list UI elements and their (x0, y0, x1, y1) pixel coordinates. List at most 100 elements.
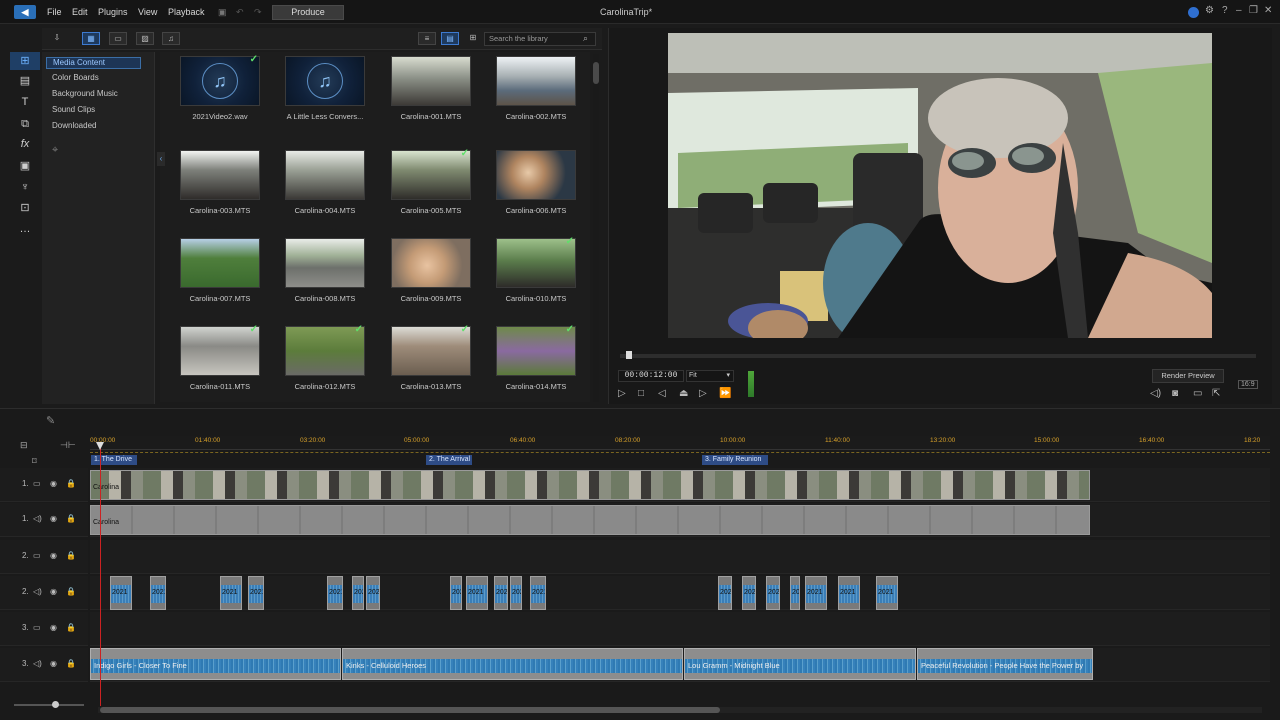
media-item[interactable]: ✓ Carolina-010.MTS (476, 234, 576, 318)
audio-clip[interactable]: 2021 (466, 576, 488, 610)
audio-clip[interactable]: 2021 (352, 576, 364, 610)
lock-icon[interactable]: 🔒 (66, 479, 76, 488)
audio-clip[interactable]: 2021 (718, 576, 732, 610)
snapshot-icon[interactable]: ◙ (1172, 388, 1178, 399)
prev-frame-icon[interactable]: ◁ (658, 388, 666, 399)
timeline-playhead[interactable] (100, 444, 101, 706)
lock-icon[interactable]: 🔒 (66, 587, 76, 596)
eye-icon[interactable]: ◉ (50, 551, 57, 560)
eye-icon[interactable]: ◉ (50, 479, 57, 488)
media-item[interactable]: ✓ Carolina-011.MTS (160, 322, 260, 406)
media-room-icon[interactable]: ⊞ (10, 52, 40, 70)
audio-clip[interactable]: 2021 (150, 576, 166, 610)
title-room-icon[interactable]: T (10, 93, 40, 111)
track-header-video-2[interactable]: 2. ▭ ◉ 🔒 (0, 540, 88, 574)
audio-clip[interactable]: 2021 (876, 576, 898, 610)
video-track-1[interactable]: Carolina (90, 468, 1270, 502)
audio-clip[interactable]: 2021 (366, 576, 380, 610)
lock-icon[interactable]: 🔒 (66, 659, 76, 668)
aspect-ratio-button[interactable]: 16:9 (1238, 380, 1258, 389)
save-icon[interactable]: ▣ (218, 7, 227, 18)
zoom-slider-handle[interactable] (52, 701, 59, 708)
zoom-slider[interactable] (14, 704, 84, 706)
chapter-marker[interactable]: 3. Family Reunion (702, 455, 768, 465)
volume-icon[interactable]: ◁) (1150, 388, 1161, 399)
track-header-audio-3[interactable]: 3. ◁) ◉ 🔒 (0, 648, 88, 682)
audio-clip[interactable]: 2021 (530, 576, 546, 610)
media-item[interactable]: ✓ Carolina-013.MTS (371, 322, 471, 406)
chapter-marker[interactable]: 2. The Arrival (426, 455, 472, 465)
audio-clip[interactable]: 2021 (838, 576, 860, 610)
media-item[interactable]: ✓ Carolina-014.MTS (476, 322, 576, 406)
video-clip-sequence[interactable]: Carolina (90, 470, 1090, 500)
list-view-button[interactable]: ≡ (418, 32, 436, 45)
help-icon[interactable]: ? (1222, 5, 1228, 16)
menu-edit[interactable]: Edit (72, 7, 88, 17)
menu-plugins[interactable]: Plugins (98, 7, 128, 17)
audio-clip[interactable]: 2021 (450, 576, 462, 610)
audio-filter-button[interactable]: ♫ (162, 32, 180, 45)
media-item[interactable]: Carolina-008.MTS (265, 234, 365, 318)
media-item[interactable]: Carolina-001.MTS (371, 52, 471, 136)
produce-button[interactable]: Produce (272, 5, 344, 20)
music-clip[interactable]: Lou Gramm - Midnight Blue (684, 648, 916, 680)
media-item[interactable]: Carolina-004.MTS (265, 146, 365, 230)
lock-icon[interactable]: 🔒 (66, 551, 76, 560)
more-icon[interactable]: … (10, 220, 40, 238)
library-scrollbar[interactable] (593, 54, 599, 402)
edit-icon[interactable]: ✎ (46, 414, 55, 427)
timecode-display[interactable]: 00:00:12:00 (618, 370, 684, 382)
minimize-icon[interactable]: – (1236, 5, 1242, 16)
media-item[interactable]: Carolina-006.MTS (476, 146, 576, 230)
media-item[interactable]: ✓ Carolina-012.MTS (265, 322, 365, 406)
media-item[interactable]: Carolina-003.MTS (160, 146, 260, 230)
time-ruler[interactable]: 00:00:00 01:40:00 03:20:00 05:00:00 06:4… (90, 436, 1270, 450)
media-item[interactable]: ♫ ✓ 2021Video2.wav (160, 52, 260, 136)
tree-color-boards[interactable]: Color Boards (52, 73, 99, 82)
pip-room-icon[interactable]: ▣ (10, 157, 40, 175)
import-icon[interactable]: ⇩ (48, 32, 66, 45)
audio-clip[interactable]: 2021 (248, 576, 264, 610)
effect-room-icon[interactable]: fx (10, 135, 40, 153)
media-item[interactable]: Carolina-009.MTS (371, 234, 471, 318)
audio-clip[interactable]: 2021 (327, 576, 343, 610)
grid-view-button[interactable]: ⊞ (464, 32, 482, 45)
menu-playback[interactable]: Playback (168, 7, 205, 17)
fast-forward-icon[interactable]: ⏩ (719, 388, 731, 399)
video-filter-button[interactable]: ▭ (109, 32, 127, 45)
lock-icon[interactable]: 🔒 (66, 514, 76, 523)
scroll-thumb[interactable] (593, 62, 599, 84)
music-clip[interactable]: Peaceful Revolution - People Have the Po… (917, 648, 1093, 680)
audio-clip[interactable]: 2021 (790, 576, 800, 610)
media-item[interactable]: ♫ A Little Less Convers... (265, 52, 365, 136)
audio-clip-sequence[interactable]: Carolina (90, 505, 1090, 535)
audio-clip[interactable]: 2021 (494, 576, 508, 610)
add-tag-icon[interactable]: ⌖ (52, 144, 58, 157)
menu-file[interactable]: File (47, 7, 62, 17)
eye-icon[interactable]: ◉ (50, 514, 57, 523)
audio-clip[interactable]: 2021 (220, 576, 242, 610)
media-room-tab[interactable]: ▦ (82, 32, 100, 45)
lock-icon[interactable]: 🔒 (66, 623, 76, 632)
eye-icon[interactable]: ◉ (50, 623, 57, 632)
undock-icon[interactable]: ⇱ (1212, 388, 1220, 399)
particle-room-icon[interactable]: ♆ (10, 178, 40, 196)
display-settings-icon[interactable]: ▭ (1193, 388, 1202, 399)
tree-sound-clips[interactable]: Sound Clips (52, 105, 95, 114)
subtitle-room-icon[interactable]: ⊡ (10, 199, 40, 217)
render-preview-button[interactable]: Render Preview (1152, 369, 1224, 383)
track-header-video-3[interactable]: 3. ▭ ◉ 🔒 (0, 612, 88, 646)
tree-media-content[interactable]: Media Content (46, 57, 141, 69)
split-icon[interactable]: ⏏ (679, 388, 688, 399)
gear-icon[interactable]: ⚙ (1205, 5, 1214, 16)
menu-view[interactable]: View (138, 7, 157, 17)
track-manager-icon[interactable]: ⊟ (20, 440, 28, 451)
account-icon[interactable] (1188, 7, 1199, 18)
music-clip[interactable]: Indigo Girls - Closer To Fine (90, 648, 341, 680)
next-frame-icon[interactable]: ▷ (699, 388, 707, 399)
fit-timeline-icon[interactable]: ⊣⊢ (60, 440, 76, 451)
video-track-3[interactable] (90, 612, 1270, 646)
search-input[interactable]: Search the library (484, 32, 596, 46)
audio-clip[interactable]: 2021 (742, 576, 756, 610)
audio-track-3[interactable]: Indigo Girls - Closer To Fine Kinks - Ce… (90, 648, 1270, 682)
